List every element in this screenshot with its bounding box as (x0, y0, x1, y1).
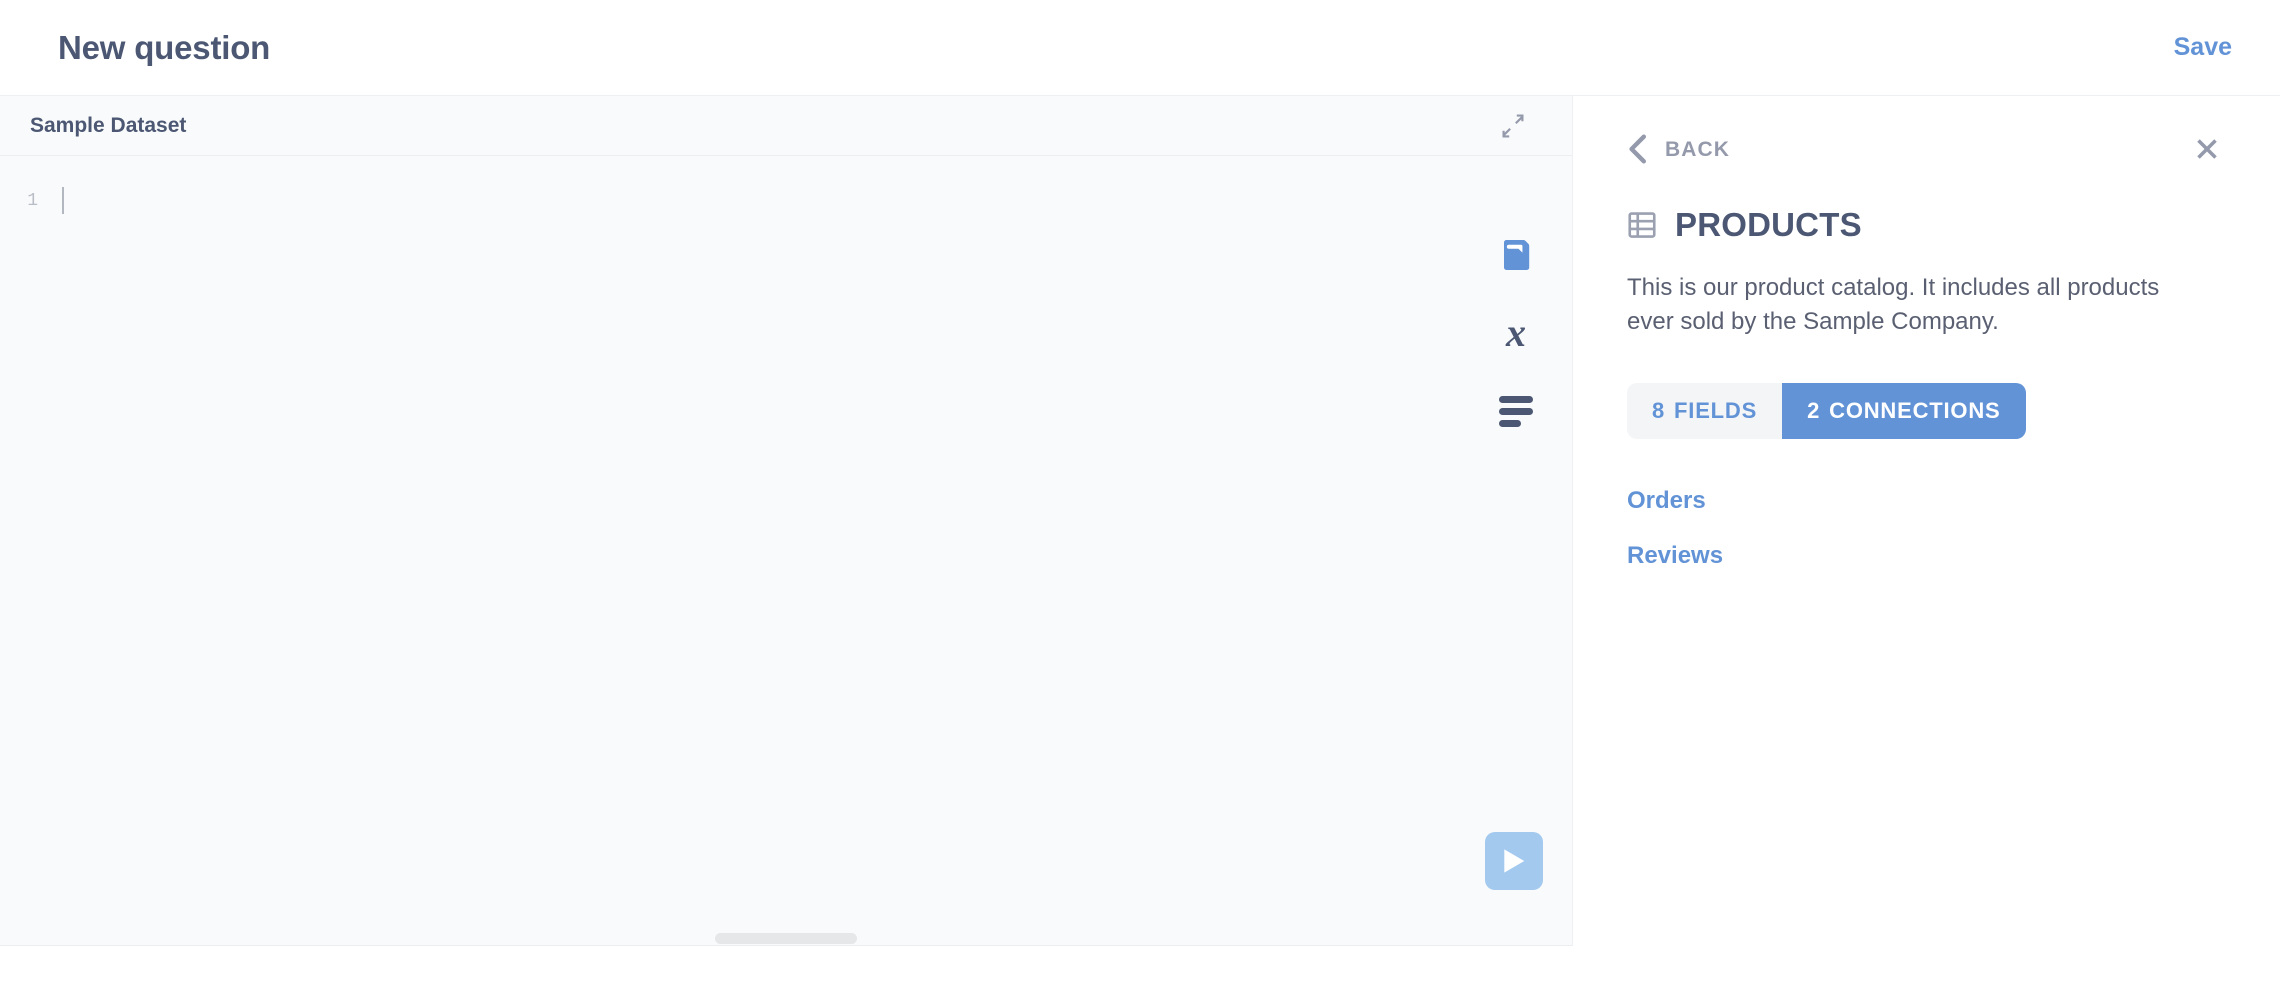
contract-arrows-icon[interactable] (1496, 109, 1530, 143)
variables-button[interactable]: x (1492, 309, 1540, 357)
tab-fields-label: FIELDS (1674, 398, 1758, 424)
back-label: BACK (1665, 137, 1731, 161)
editor-bottom-divider (0, 945, 1572, 946)
reference-panel-header: BACK (1627, 96, 2226, 180)
native-query-editor-pane: Sample Dataset 1 x (0, 96, 1573, 946)
connections-list: Orders Reviews (1627, 487, 2226, 571)
line-number: 1 (27, 191, 38, 211)
editor-resize-handle[interactable] (715, 933, 857, 944)
page-title: New question (58, 29, 271, 66)
reference-tabs: 8 FIELDS 2 CONNECTIONS (1627, 383, 2026, 440)
table-title-row: PRODUCTS (1627, 208, 2226, 241)
play-triangle-icon (1504, 849, 1525, 873)
app-header: New question Save (0, 0, 2280, 96)
database-selector[interactable]: Sample Dataset (30, 115, 186, 136)
variables-x-icon: x (1506, 310, 1526, 355)
question-editor-page: New question Save Sample Dataset 1 x BAC… (0, 0, 2280, 1000)
tab-fields[interactable]: 8 FIELDS (1627, 383, 1783, 440)
code-lines: 1 (0, 184, 1572, 216)
editor-code-area[interactable]: 1 x (0, 156, 1572, 946)
format-query-icon (1499, 395, 1533, 427)
back-button[interactable]: BACK (1627, 134, 1730, 164)
close-x-icon (2197, 139, 2217, 159)
connection-link-reviews[interactable]: Reviews (1627, 542, 1723, 571)
connection-link-orders[interactable]: Orders (1627, 487, 1706, 516)
data-reference-panel: BACK PRODUCTS This is our product catalo… (1573, 96, 2280, 946)
table-description: This is our product catalog. It includes… (1627, 274, 2160, 336)
editor-side-actions: x (1492, 231, 1540, 435)
main-body: Sample Dataset 1 x BACK PRODUCTS This is… (0, 96, 2280, 946)
tab-connections[interactable]: 2 CONNECTIONS (1782, 383, 2026, 440)
text-caret (62, 186, 64, 214)
save-button[interactable]: Save (2170, 29, 2236, 66)
close-panel-button[interactable] (2188, 130, 2226, 168)
data-reference-button[interactable] (1492, 231, 1540, 279)
format-query-button[interactable] (1492, 387, 1540, 435)
tab-connections-label: CONNECTIONS (1829, 398, 2001, 424)
table-grid-icon (1627, 210, 1657, 240)
table-name-heading: PRODUCTS (1675, 206, 1862, 243)
run-query-button[interactable] (1485, 832, 1543, 890)
chevron-left-icon (1629, 134, 1646, 164)
editor-header: Sample Dataset (0, 96, 1572, 156)
code-line-1[interactable] (62, 184, 1572, 216)
tab-connections-count: 2 (1807, 398, 1821, 424)
tab-fields-count: 8 (1652, 398, 1666, 424)
results-area-placeholder (0, 946, 2280, 1000)
